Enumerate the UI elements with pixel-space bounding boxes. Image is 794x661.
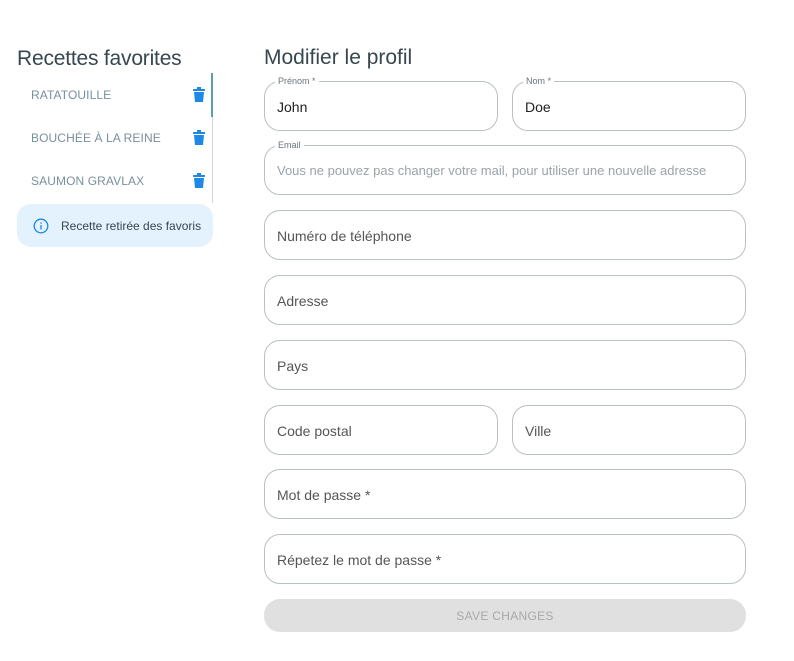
city-field[interactable]: Ville (512, 405, 746, 455)
favorite-item-label: SAUMON GRAVLAX (31, 173, 145, 188)
city-placeholder: Ville (525, 423, 552, 439)
save-changes-button[interactable]: Save changes (264, 599, 746, 632)
postal-code-placeholder: Code postal (277, 423, 352, 439)
favorite-item-saumon-gravlax[interactable]: SAUMON GRAVLAX (17, 159, 213, 202)
info-icon (33, 218, 49, 234)
favorites-title: Recettes favorites (17, 47, 182, 70)
favorites-sidebar: Recettes favorites RATATOUILLE BOUCHÉE À… (17, 46, 217, 247)
address-field[interactable]: Adresse (264, 275, 746, 325)
password-placeholder: Mot de passe * (277, 487, 371, 503)
favorites-list: RATATOUILLE BOUCHÉE À LA REINE SAUMON GR… (17, 73, 213, 203)
trash-icon[interactable] (193, 130, 205, 145)
password-repeat-field[interactable]: Répetez le mot de passe * (264, 534, 746, 584)
favorite-item-ratatouille[interactable]: RATATOUILLE (17, 73, 213, 116)
page-title: Modifier le profil (264, 46, 413, 69)
phone-placeholder: Numéro de téléphone (277, 228, 412, 244)
first-name-field[interactable]: Prénom * John (264, 75, 498, 131)
favorite-item-label: RATATOUILLE (31, 87, 112, 102)
phone-field[interactable]: Numéro de téléphone (264, 210, 746, 260)
profile-section: Modifier le profil (264, 44, 746, 72)
country-placeholder: Pays (277, 358, 309, 374)
favorite-item-label: BOUCHÉE À LA REINE (31, 130, 161, 145)
last-name-value: Doe (525, 99, 551, 115)
toast-message: Recette retirée des favoris (61, 218, 202, 233)
password-field[interactable]: Mot de passe * (264, 469, 746, 519)
country-field[interactable]: Pays (264, 340, 746, 390)
first-name-value: John (277, 99, 308, 115)
favorite-item-bouchee-a-la-reine[interactable]: BOUCHÉE À LA REINE (17, 116, 213, 159)
email-placeholder: Vous ne pouvez pas changer votre mail, p… (277, 163, 707, 178)
scrollbar-thumb[interactable] (211, 73, 213, 117)
trash-icon[interactable] (193, 173, 205, 188)
email-field[interactable]: Email Vous ne pouvez pas changer votre m… (264, 139, 746, 195)
trash-icon[interactable] (193, 87, 205, 102)
password-repeat-placeholder: Répetez le mot de passe * (277, 552, 442, 568)
address-placeholder: Adresse (277, 293, 329, 309)
last-name-field[interactable]: Nom * Doe (512, 75, 746, 131)
favorite-removed-toast: Recette retirée des favoris (17, 204, 213, 247)
postal-code-field[interactable]: Code postal (264, 405, 498, 455)
